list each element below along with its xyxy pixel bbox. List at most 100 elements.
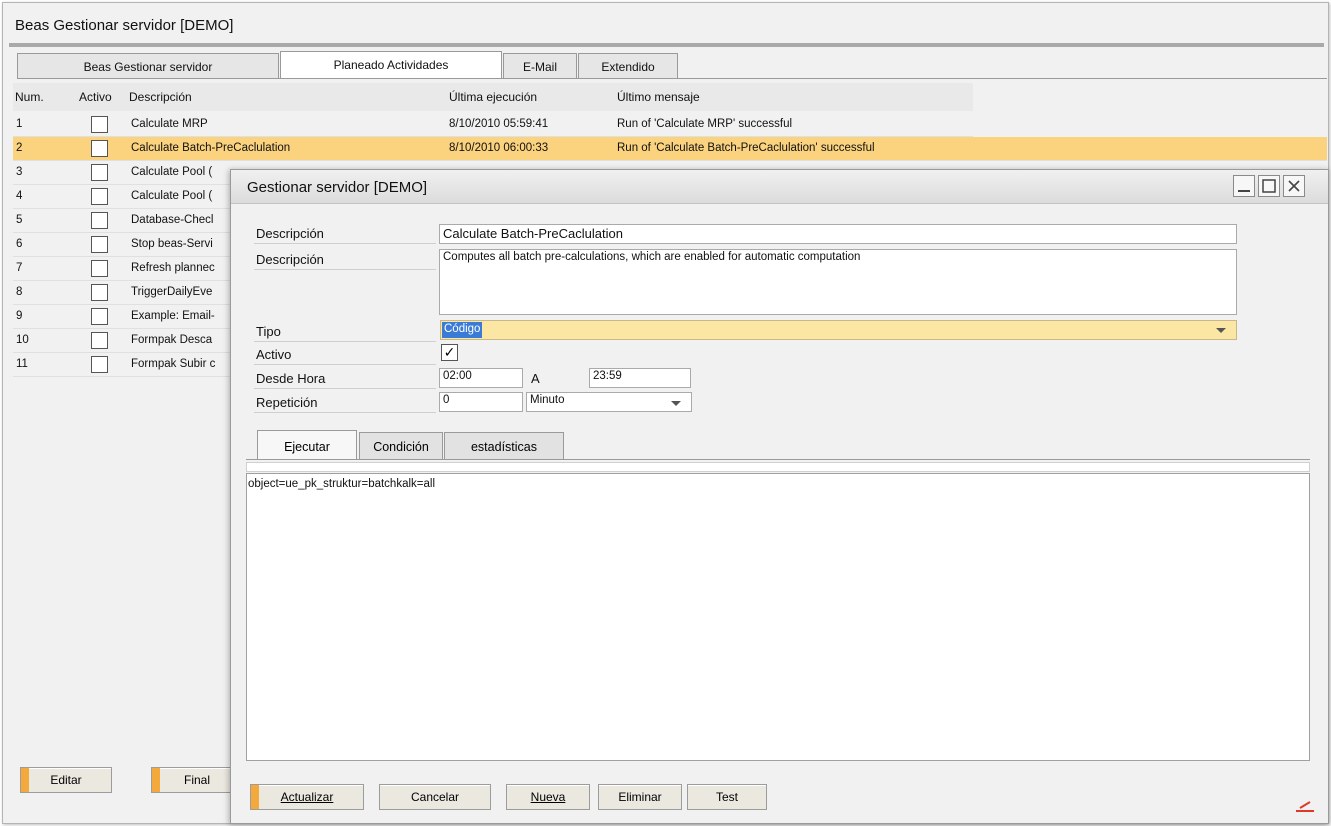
desc-input[interactable]: Calculate Batch-PreCaclulation [439, 224, 1237, 244]
tab-ejecutar[interactable]: Ejecutar [257, 430, 357, 460]
a-input[interactable]: 23:59 [589, 368, 691, 388]
cancel-button[interactable]: Cancelar [379, 784, 491, 810]
resize-grip-icon[interactable] [1294, 799, 1316, 813]
row-active-checkbox[interactable] [91, 164, 108, 181]
window-title: Beas Gestionar servidor [DEMO] [15, 17, 234, 34]
row-active-checkbox[interactable] [91, 284, 108, 301]
tabs-underline [17, 78, 1327, 79]
test-button-label: Test [715, 790, 738, 804]
repeticion-unit-select[interactable]: Minuto [526, 392, 692, 412]
row-active-checkbox[interactable] [91, 356, 108, 373]
col-num-header[interactable]: Num. [15, 90, 44, 104]
row-num: 10 [16, 334, 29, 346]
update-button-label: Actualizar [280, 790, 334, 804]
final-button[interactable]: Final [151, 767, 231, 793]
row-description: Formpak Desca [131, 334, 213, 346]
row-active-checkbox[interactable] [91, 116, 108, 133]
row-active-checkbox[interactable] [91, 188, 108, 205]
row-active-checkbox[interactable] [91, 308, 108, 325]
maximize-button[interactable] [1258, 175, 1280, 197]
row-num: 7 [16, 262, 23, 274]
row-num: 11 [16, 358, 28, 370]
row-last-run: 8/10/2010 06:00:33 [449, 142, 549, 154]
row-num: 1 [16, 118, 23, 130]
tab-email[interactable]: E-Mail [503, 53, 577, 79]
tab-planeado-actividades[interactable]: Planeado Actividades [280, 51, 502, 79]
minimize-icon [1238, 190, 1250, 192]
delete-button[interactable]: Eliminar [598, 784, 682, 810]
desde-hora-label: Desde Hora [256, 371, 326, 386]
activo-label: Activo [256, 347, 292, 362]
desc2-textarea[interactable]: Computes all batch pre-calculations, whi… [439, 249, 1237, 315]
tab-extendido[interactable]: Extendido [578, 53, 678, 79]
col-desc-header[interactable]: Descripción [129, 90, 192, 104]
col-active-header[interactable]: Activo [79, 90, 112, 104]
desc2-label: Descripción [256, 252, 324, 267]
update-button[interactable]: Actualizar [250, 784, 364, 810]
row-active-checkbox[interactable] [91, 332, 108, 349]
col-last-msg-header[interactable]: Último mensaje [617, 90, 700, 104]
row-num: 3 [16, 166, 23, 178]
close-button[interactable] [1283, 175, 1305, 197]
new-button-label: Nueva [530, 790, 566, 804]
code-textarea[interactable]: object=ue_pk_struktur=batchkalk=all [246, 473, 1310, 761]
row-num: 2 [16, 142, 23, 154]
tab-content-strip [246, 462, 1310, 472]
row-active-checkbox[interactable] [91, 212, 108, 229]
dialog-title: Gestionar servidor [DEMO] [247, 179, 428, 196]
title-divider [9, 43, 1324, 47]
row-description: Calculate Pool ( [131, 190, 213, 202]
row-active-checkbox[interactable] [91, 140, 108, 157]
tab-condicion[interactable]: Condición [359, 432, 443, 460]
row-last-run: 8/10/2010 05:59:41 [449, 118, 549, 130]
row-description: Calculate MRP [131, 118, 208, 130]
chevron-down-icon[interactable] [1216, 328, 1226, 333]
tab-estadisticas[interactable]: estadísticas [444, 432, 564, 460]
row-num: 9 [16, 310, 23, 322]
grid-header: Num. Activo Descripción Última ejecución… [13, 83, 973, 111]
table-row[interactable]: 1 Calculate MRP 8/10/2010 05:59:41 Run of '… [13, 113, 973, 137]
activo-checkbox[interactable]: ✓ [441, 344, 458, 361]
chevron-down-icon[interactable] [671, 401, 681, 406]
edit-button[interactable]: Editar [20, 767, 112, 793]
delete-button-label: Eliminar [618, 790, 662, 804]
a-label: A [531, 371, 540, 386]
tipo-select[interactable]: Código [440, 320, 1237, 340]
col-last-run-header[interactable]: Última ejecución [449, 90, 537, 104]
repeticion-input[interactable]: 0 [439, 392, 523, 412]
row-num: 4 [16, 190, 23, 202]
row-description: Calculate Pool ( [131, 166, 213, 178]
tipo-label: Tipo [256, 324, 281, 339]
row-active-checkbox[interactable] [91, 260, 108, 277]
dialog-titlebar[interactable]: Gestionar servidor [DEMO] [231, 170, 1328, 204]
repeticion-label: Repetición [256, 395, 318, 410]
minimize-button[interactable] [1233, 175, 1255, 197]
tipo-selected-value: Código [442, 322, 483, 338]
desde-hora-input[interactable]: 02:00 [439, 368, 523, 388]
new-button[interactable]: Nueva [506, 784, 590, 810]
server-dialog: Gestionar servidor [DEMO] Descripción Ca… [230, 169, 1329, 824]
cancel-button-label: Cancelar [410, 790, 460, 804]
row-description: Calculate Batch-PreCaclulation [131, 142, 291, 154]
maximize-icon [1262, 179, 1276, 193]
row-description: Example: Email- [131, 310, 215, 322]
row-active-checkbox[interactable] [91, 236, 108, 253]
close-icon [1288, 180, 1300, 192]
tab-beas-gestionar-servidor[interactable]: Beas Gestionar servidor [17, 53, 279, 79]
edit-button-label: Editar [50, 773, 82, 787]
row-num: 8 [16, 286, 23, 298]
row-description: Database-Checl [131, 214, 214, 226]
table-row[interactable]: 2 Calculate Batch-PreCaclulation 8/10/2010… [13, 137, 1327, 161]
test-button[interactable]: Test [687, 784, 767, 810]
row-num: 6 [16, 238, 23, 250]
row-description: Stop beas-Servi [131, 238, 213, 250]
row-num: 5 [16, 214, 23, 226]
row-last-message: Run of 'Calculate MRP' successful [617, 118, 793, 130]
final-button-label: Final [183, 773, 210, 787]
row-description: Formpak Subir c [131, 358, 216, 370]
row-description: TriggerDailyEve [131, 286, 213, 298]
desc-label: Descripción [256, 226, 324, 241]
row-description: Refresh plannec [131, 262, 215, 274]
row-last-message: Run of 'Calculate Batch-PreCaclulation' … [617, 142, 875, 154]
repeticion-unit-value: Minuto [530, 394, 565, 406]
